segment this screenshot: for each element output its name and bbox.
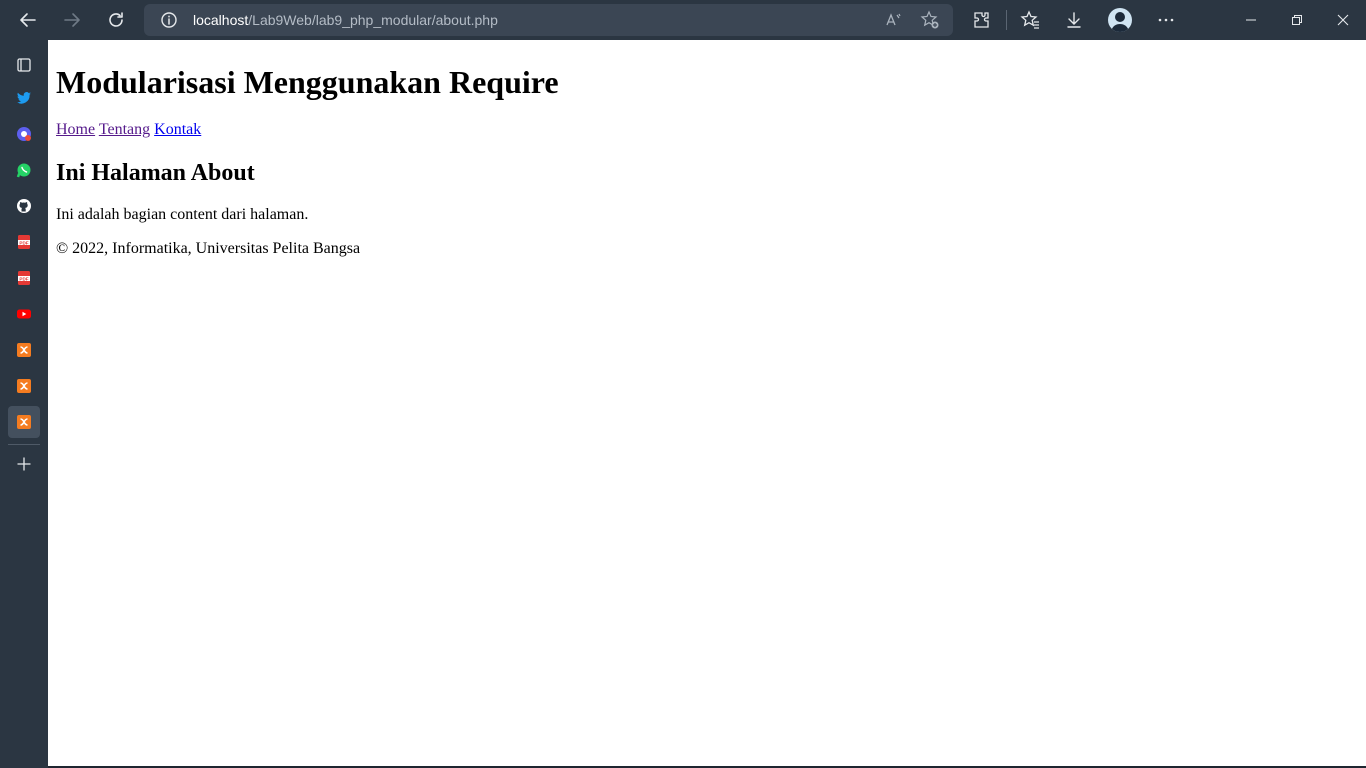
whatsapp-icon [16,163,31,178]
page-nav: Home Tentang Kontak [56,121,201,139]
forward-arrow-icon [64,13,80,27]
pdf-icon: PDF [18,235,30,249]
youtube-icon [17,309,31,319]
tab-actions-icon [17,58,31,72]
sidebar-item-chrome-remote[interactable] [8,118,40,150]
sidebar-item-whatsapp[interactable] [8,154,40,186]
minimize-button[interactable] [1228,0,1274,40]
forward-button[interactable] [56,4,88,36]
url-host: localhost [193,12,249,28]
nav-link-tentang[interactable]: Tentang [99,121,150,138]
more-button[interactable] [1154,8,1178,32]
sidebar-item-tab-actions[interactable] [8,49,40,81]
extensions-button[interactable] [969,8,993,32]
github-icon [17,199,31,213]
sidebar-item-xampp-3[interactable] [8,406,40,438]
twitter-icon [17,92,31,104]
minimize-icon [1246,19,1256,21]
refresh-icon [109,12,123,27]
sidebar-divider [8,444,40,445]
sidebar-item-xampp-1[interactable] [8,334,40,366]
nav-link-kontak[interactable]: Kontak [154,121,201,138]
browser-toolbar: localhost/Lab9Web/lab9_php_modular/about… [0,0,1366,40]
address-bar[interactable]: localhost/Lab9Web/lab9_php_modular/about… [144,4,953,36]
restore-button[interactable] [1274,0,1320,40]
sidebar-item-github[interactable] [8,190,40,222]
svg-text:PDF: PDF [19,240,28,245]
plus-icon [17,457,31,471]
xampp-icon [17,379,31,393]
favorites-icon [1020,10,1039,29]
xampp-icon [17,415,31,429]
web-page: Modularisasi Menggunakan Require Home Te… [48,40,1366,766]
url-path: /Lab9Web/lab9_php_modular/about.php [248,12,498,28]
downloads-icon [1067,12,1081,28]
content-text: Ini adalah bagian content dari halaman. [56,206,309,223]
sidebar-item-twitter[interactable] [8,82,40,114]
sidebar: PDF PDF [0,40,48,768]
nav-link-home[interactable]: Home [56,121,95,138]
section-heading: Ini Halaman About [56,160,255,186]
profile-avatar[interactable] [1108,8,1132,32]
favorites-button[interactable] [1018,8,1042,32]
page-title: Modularisasi Menggunakan Require [56,64,559,100]
toolbar-divider [1006,10,1007,30]
restore-icon [1292,15,1302,25]
chrome-remote-icon [17,127,31,141]
add-favorite-icon[interactable] [920,10,940,30]
pdf-icon: PDF [18,271,30,285]
sidebar-add-button[interactable] [8,448,40,480]
address-url[interactable]: localhost/Lab9Web/lab9_php_modular/about… [193,12,498,28]
close-icon [1337,14,1349,26]
back-button[interactable] [12,4,44,36]
sidebar-item-pdf-1[interactable]: PDF [8,226,40,258]
refresh-button[interactable] [100,4,132,36]
downloads-button[interactable] [1062,8,1086,32]
sidebar-item-xampp-2[interactable] [8,370,40,402]
more-icon [1158,18,1174,22]
sidebar-item-pdf-2[interactable]: PDF [8,262,40,294]
extensions-icon [974,12,989,28]
read-aloud-icon[interactable] [884,10,904,30]
close-button[interactable] [1320,0,1366,40]
svg-text:PDF: PDF [19,276,28,281]
info-icon[interactable] [160,11,178,29]
xampp-icon [17,343,31,357]
footer-text: © 2022, Informatika, Universitas Pelita … [56,240,361,257]
back-arrow-icon [20,13,36,27]
sidebar-item-youtube[interactable] [8,298,40,330]
